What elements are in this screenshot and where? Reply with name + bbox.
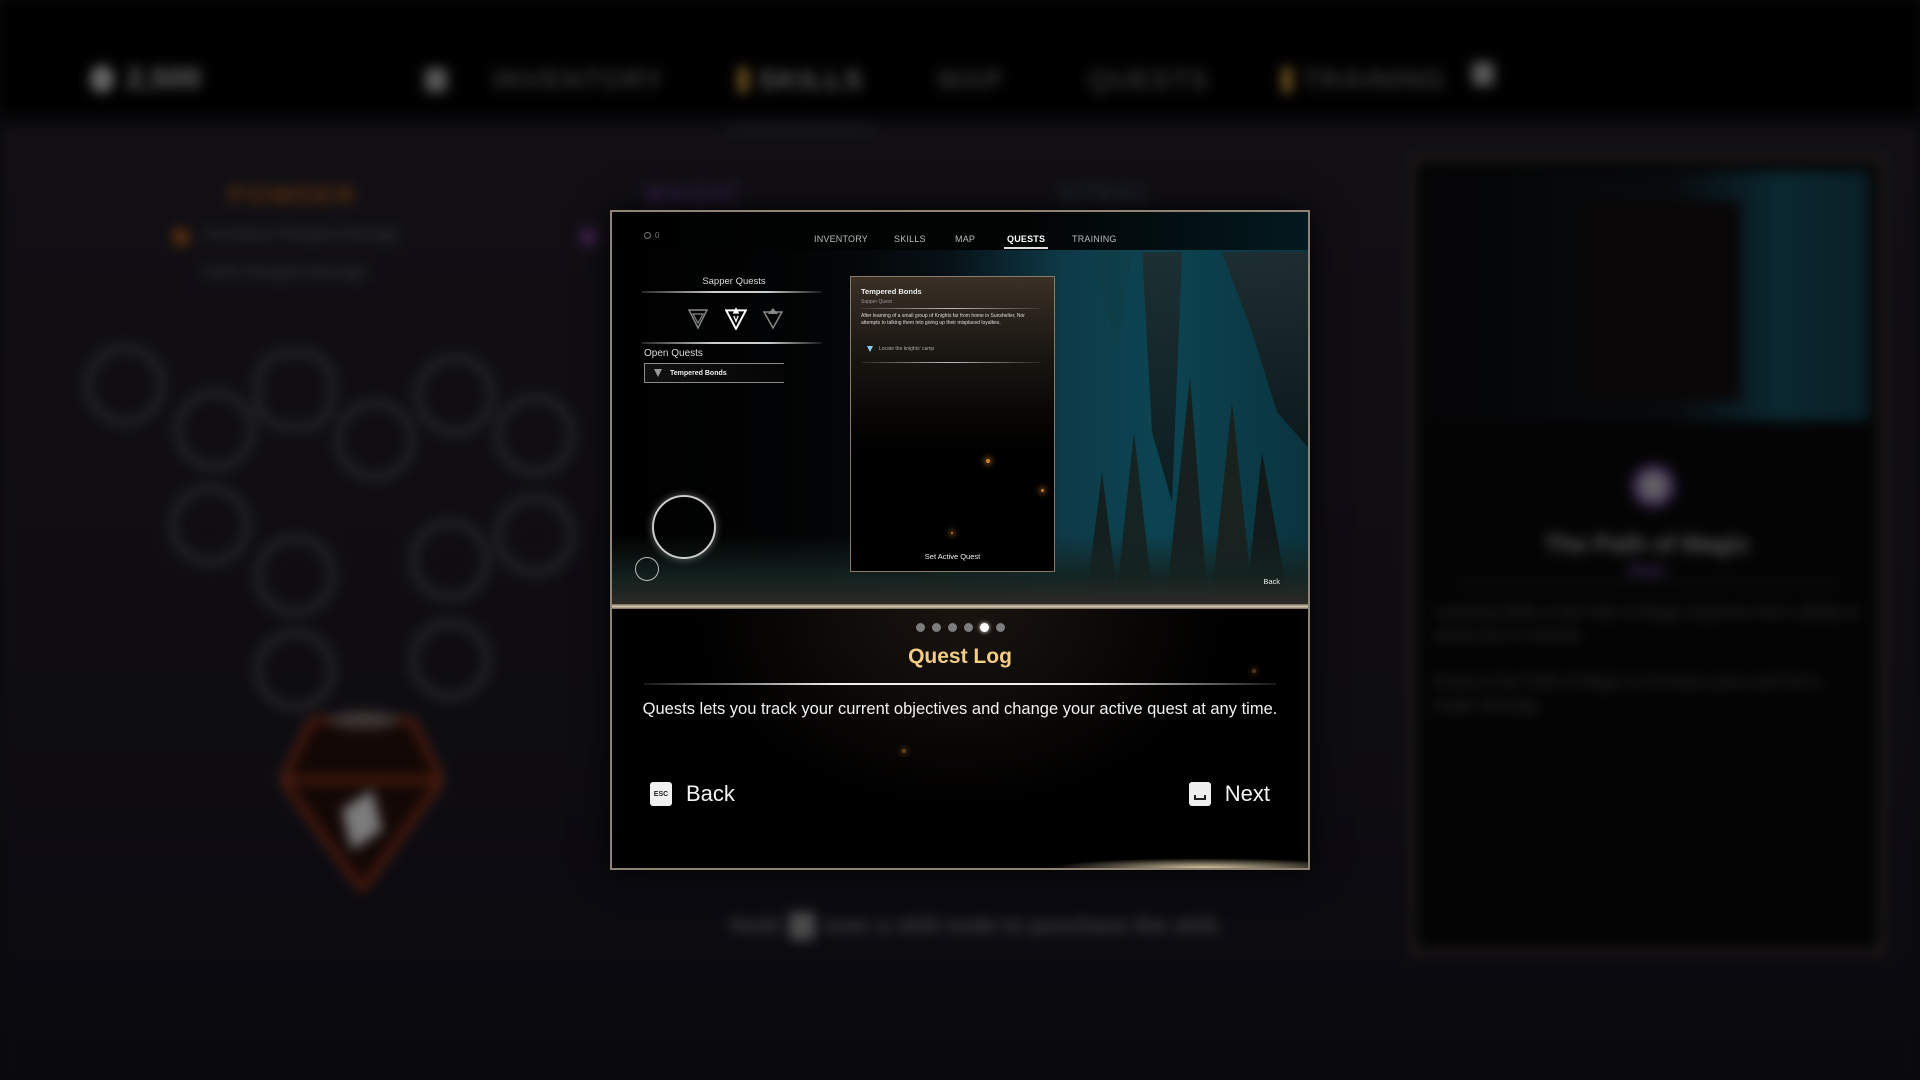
tutorial-info: Quest Log Quests lets you track your cur…: [612, 609, 1308, 868]
preview-joystick-ring-icon: [652, 495, 716, 559]
back-button[interactable]: ESC Back: [650, 781, 735, 807]
preview-quest-type: Sapper Quest: [861, 299, 892, 305]
preview-quest-description: After learning of a small group of Knigh…: [861, 313, 1025, 326]
page-dot[interactable]: [963, 623, 973, 632]
preview-tab-inventory: INVENTORY: [814, 234, 868, 244]
preview-quest-list-item: Tempered Bonds: [644, 363, 784, 383]
preview-quest-objective: Locate the knights' camp: [867, 346, 934, 352]
preview-category-title: Sapper Quests: [702, 276, 766, 287]
preview-quest-detail: Tempered Bonds Sapper Quest After learni…: [850, 276, 1055, 572]
esc-key-icon: ESC: [650, 782, 672, 806]
preview-set-active-quest: Set Active Quest: [924, 552, 981, 561]
preview-tab-map: MAP: [955, 234, 976, 244]
preview-tab-training: TRAINING: [1072, 234, 1117, 244]
objective-marker-icon: [867, 346, 873, 352]
divider: [861, 308, 1040, 309]
quest-marker-icon: [654, 369, 662, 377]
page-dot[interactable]: [995, 623, 1005, 632]
preview-back-label: Back: [1263, 577, 1280, 586]
quest-category-icon: [763, 308, 783, 330]
preview-currency: 0: [644, 231, 659, 240]
ember-particle: [1252, 669, 1256, 673]
page-indicator: [612, 623, 1308, 632]
divider: [861, 362, 1040, 363]
page-dot[interactable]: [947, 623, 957, 632]
next-button[interactable]: Next: [1188, 781, 1270, 807]
ember-particle: [902, 749, 906, 753]
divider: [644, 683, 1276, 685]
sapper-quest-icon: [725, 307, 747, 330]
page-dot-active[interactable]: [979, 623, 989, 632]
divider: [642, 342, 822, 344]
tutorial-screenshot: 0 INVENTORY SKILLS MAP QUESTS TRAINING S…: [612, 212, 1308, 604]
preview-tab-skills: SKILLS: [894, 234, 926, 244]
preview-tab-quests: QUESTS: [1003, 234, 1049, 249]
tutorial-title: Quest Log: [908, 645, 1012, 668]
preview-top-bar: [612, 212, 1308, 250]
ember-particle: [986, 459, 990, 463]
preview-open-quests-title: Open Quests: [644, 348, 703, 359]
quest-category-icon: [688, 309, 708, 330]
preview-small-ring-icon: [635, 557, 659, 581]
page-dot[interactable]: [915, 623, 925, 632]
space-key-icon: [1188, 782, 1211, 806]
tutorial-description: Quests lets you track your current objec…: [642, 700, 1278, 718]
ember-particle: [951, 532, 953, 534]
divider: [642, 291, 822, 293]
coin-icon: [644, 232, 651, 239]
preview-quest-title: Tempered Bonds: [861, 287, 922, 296]
page-dot[interactable]: [931, 623, 941, 632]
tutorial-dialog: 0 INVENTORY SKILLS MAP QUESTS TRAINING S…: [610, 210, 1310, 870]
border-glow: [1048, 858, 1308, 868]
ember-particle: [1041, 489, 1044, 492]
